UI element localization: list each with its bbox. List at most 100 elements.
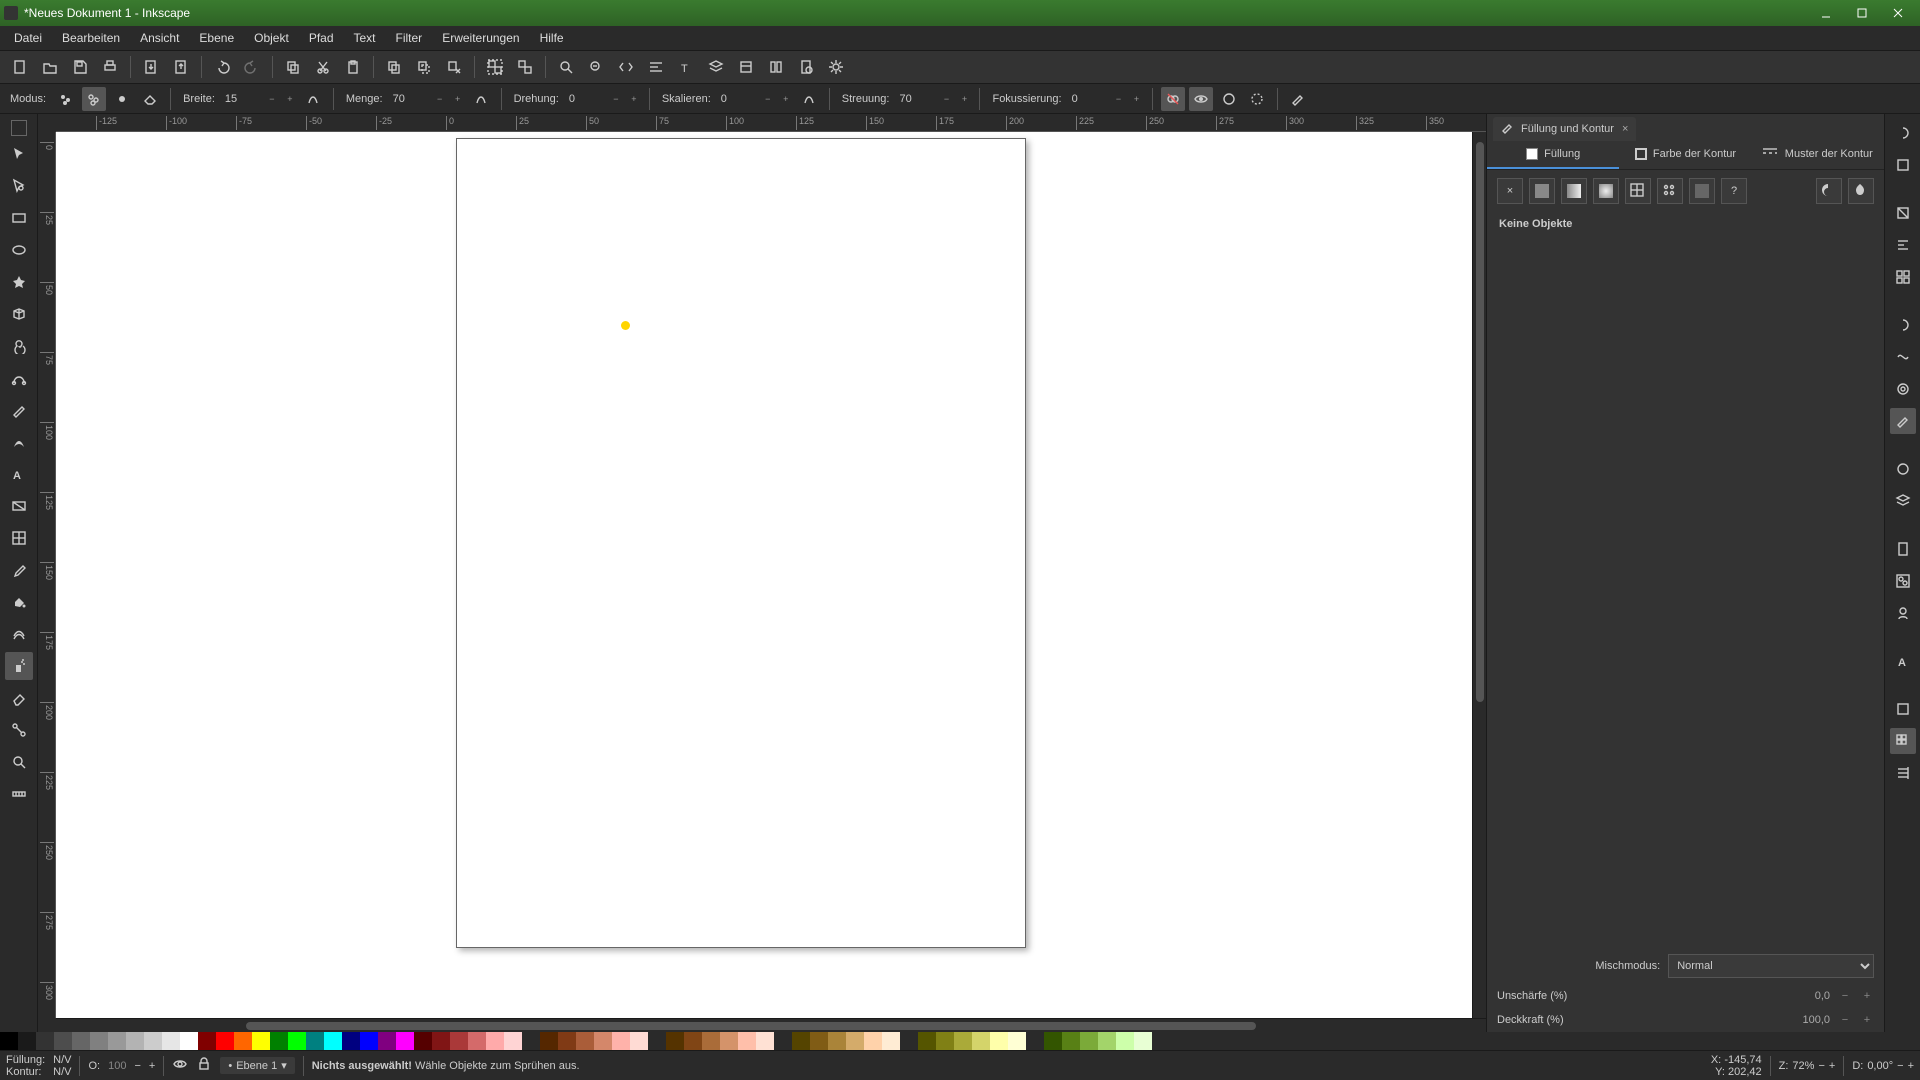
open-document-button[interactable] bbox=[36, 53, 64, 81]
drehung-input[interactable] bbox=[567, 91, 605, 107]
paint-unknown-button[interactable]: ? bbox=[1721, 178, 1747, 204]
palette-swatch[interactable] bbox=[1890, 1032, 1908, 1050]
palette-swatch[interactable] bbox=[90, 1032, 108, 1050]
status-opacity-value[interactable]: 100 bbox=[108, 1060, 126, 1072]
layer-selector[interactable]: •Ebene 1▾ bbox=[220, 1057, 294, 1074]
spray-pick-color-button[interactable] bbox=[1245, 87, 1269, 111]
palette-swatch[interactable] bbox=[1278, 1032, 1296, 1050]
palette-swatch[interactable] bbox=[720, 1032, 738, 1050]
ruler-horizontal[interactable]: -125-100-75-50-2502550751001251501752002… bbox=[56, 114, 1486, 132]
menu-datei[interactable]: Datei bbox=[4, 27, 52, 49]
palette-swatch[interactable] bbox=[18, 1032, 36, 1050]
preferences-button[interactable] bbox=[822, 53, 850, 81]
export-button[interactable] bbox=[167, 53, 195, 81]
ellipse-tool[interactable] bbox=[5, 236, 33, 264]
palette-swatch[interactable] bbox=[360, 1032, 378, 1050]
palette-swatch[interactable] bbox=[522, 1032, 540, 1050]
palette-swatch[interactable] bbox=[1512, 1032, 1530, 1050]
palette-swatch[interactable] bbox=[792, 1032, 810, 1050]
dock-tab-close-icon[interactable]: × bbox=[1622, 123, 1628, 135]
paint-radial-button[interactable] bbox=[1593, 178, 1619, 204]
dock-open-icon[interactable] bbox=[1890, 152, 1916, 178]
opacity-value[interactable]: 100,0 bbox=[1780, 1014, 1830, 1026]
spiral-tool[interactable] bbox=[5, 332, 33, 360]
calligraphy-tool[interactable] bbox=[5, 428, 33, 456]
palette-swatch[interactable] bbox=[0, 1032, 18, 1050]
palette-swatch[interactable] bbox=[540, 1032, 558, 1050]
palette-swatch[interactable] bbox=[1854, 1032, 1872, 1050]
blend-mode-select[interactable]: Normal bbox=[1668, 954, 1874, 978]
dock-xml-icon[interactable] bbox=[1890, 696, 1916, 722]
spray-mode-erase-button[interactable] bbox=[138, 87, 162, 111]
paint-swatch-button[interactable] bbox=[1689, 178, 1715, 204]
spray-mode-copy-button[interactable] bbox=[54, 87, 78, 111]
paste-button[interactable] bbox=[339, 53, 367, 81]
dock-paint-servers-icon[interactable] bbox=[1890, 376, 1916, 402]
palette-swatch[interactable] bbox=[162, 1032, 180, 1050]
palette-swatch[interactable] bbox=[1080, 1032, 1098, 1050]
palette-swatch[interactable] bbox=[54, 1032, 72, 1050]
dock-align-icon[interactable] bbox=[1890, 232, 1916, 258]
spray-over-transparent-button[interactable] bbox=[1217, 87, 1241, 111]
fokus-increase[interactable]: + bbox=[1130, 92, 1144, 106]
blur-decrease[interactable]: − bbox=[1838, 990, 1852, 1002]
palette-swatch[interactable] bbox=[1710, 1032, 1728, 1050]
dock-objects-icon[interactable] bbox=[1890, 456, 1916, 482]
paintbucket-tool[interactable] bbox=[5, 588, 33, 616]
palette-swatch[interactable] bbox=[216, 1032, 234, 1050]
menge-decrease[interactable]: − bbox=[433, 92, 447, 106]
palette-swatch[interactable] bbox=[1602, 1032, 1620, 1050]
palette-swatch[interactable] bbox=[342, 1032, 360, 1050]
palette-swatch[interactable] bbox=[1764, 1032, 1782, 1050]
skalieren-increase[interactable]: + bbox=[779, 92, 793, 106]
palette-swatch[interactable] bbox=[846, 1032, 864, 1050]
canvas[interactable] bbox=[56, 132, 1472, 1018]
save-button[interactable] bbox=[66, 53, 94, 81]
redo-button[interactable] bbox=[238, 53, 266, 81]
blur-value[interactable]: 0,0 bbox=[1780, 990, 1830, 1002]
palette-swatch[interactable] bbox=[306, 1032, 324, 1050]
drehung-increase[interactable]: + bbox=[627, 92, 641, 106]
palette-swatch[interactable] bbox=[504, 1032, 522, 1050]
palette-swatch[interactable] bbox=[1332, 1032, 1350, 1050]
palette-swatch[interactable] bbox=[612, 1032, 630, 1050]
palette-swatch[interactable] bbox=[558, 1032, 576, 1050]
status-fill-value[interactable]: N/V bbox=[53, 1054, 71, 1066]
palette-swatch[interactable] bbox=[1026, 1032, 1044, 1050]
palette-swatch[interactable] bbox=[648, 1032, 666, 1050]
palette-swatch[interactable] bbox=[1836, 1032, 1854, 1050]
palette-swatch[interactable] bbox=[324, 1032, 342, 1050]
palette-swatch[interactable] bbox=[1818, 1032, 1836, 1050]
print-button[interactable] bbox=[96, 53, 124, 81]
zoom-drawing-button[interactable] bbox=[582, 53, 610, 81]
palette-swatch[interactable] bbox=[1368, 1032, 1386, 1050]
palette-swatch[interactable] bbox=[666, 1032, 684, 1050]
palette-swatch[interactable] bbox=[1440, 1032, 1458, 1050]
spray-over-visible-button[interactable] bbox=[1189, 87, 1213, 111]
scrollbar-horizontal[interactable] bbox=[56, 1018, 1486, 1032]
skalieren-decrease[interactable]: − bbox=[761, 92, 775, 106]
palette-swatch[interactable] bbox=[900, 1032, 918, 1050]
tweak-tool[interactable] bbox=[5, 620, 33, 648]
paint-none-button[interactable]: × bbox=[1497, 178, 1523, 204]
palette-swatch[interactable] bbox=[576, 1032, 594, 1050]
palette-swatch[interactable] bbox=[1908, 1032, 1920, 1050]
dock-selectors-icon[interactable] bbox=[1890, 600, 1916, 626]
palette-swatch[interactable] bbox=[486, 1032, 504, 1050]
palette-swatch[interactable] bbox=[1206, 1032, 1224, 1050]
opacity-decrease[interactable]: − bbox=[1838, 1014, 1852, 1026]
palette-swatch[interactable] bbox=[1134, 1032, 1152, 1050]
palette-swatch[interactable] bbox=[432, 1032, 450, 1050]
palette-swatch[interactable] bbox=[1062, 1032, 1080, 1050]
paint-mesh-button[interactable] bbox=[1625, 178, 1651, 204]
streuung-decrease[interactable]: − bbox=[939, 92, 953, 106]
group-button[interactable] bbox=[481, 53, 509, 81]
rotation-value[interactable]: 0,00° bbox=[1867, 1060, 1893, 1072]
object-properties-button[interactable] bbox=[732, 53, 760, 81]
zoom-tool[interactable] bbox=[5, 748, 33, 776]
breite-pressure-button[interactable] bbox=[301, 87, 325, 111]
skalieren-input[interactable] bbox=[719, 91, 757, 107]
status-opacity-decrease[interactable]: − bbox=[134, 1060, 140, 1072]
tab-fill[interactable]: Füllung bbox=[1487, 140, 1619, 169]
menge-increase[interactable]: + bbox=[451, 92, 465, 106]
